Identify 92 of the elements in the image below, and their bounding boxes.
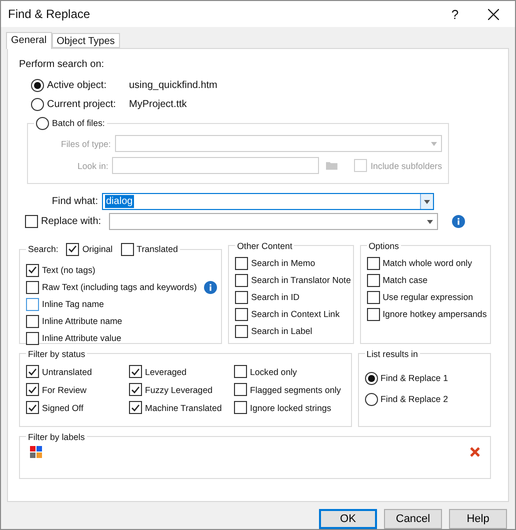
checkbox-label: Search in Label (251, 326, 312, 336)
group-label: Filter by status (28, 348, 86, 359)
section-label: Perform search on: (19, 59, 104, 70)
info-icon[interactable] (204, 280, 217, 294)
option-value: MyProject.ttk (129, 98, 187, 110)
tab[interactable]: General (6, 32, 52, 49)
checkbox-label: Machine Translated (145, 402, 222, 413)
checkbox[interactable] (26, 332, 39, 345)
group-label: Search: (28, 244, 58, 254)
radio-button[interactable] (364, 392, 378, 406)
checkbox-label: Signed Off (42, 402, 84, 413)
radio-button[interactable] (364, 372, 378, 385)
checkbox[interactable] (26, 264, 39, 277)
checkbox-label: Match whole word only (382, 258, 472, 268)
checkbox-label: Translated (136, 244, 178, 254)
group-label: Other Content (237, 240, 292, 251)
checkbox[interactable] (25, 215, 38, 228)
radio-button[interactable] (31, 78, 44, 92)
checkbox-label: Match case (382, 275, 428, 286)
checkbox-label: Untranslated (42, 366, 92, 377)
checkbox[interactable] (366, 290, 380, 304)
dialog-button[interactable]: Help (449, 509, 507, 529)
radio-label: Current project: (47, 98, 117, 110)
radio-label: Find & Replace 1 (380, 373, 448, 384)
option-value: using_quickfind.htm (129, 80, 218, 91)
labels-icon[interactable] (30, 446, 42, 458)
checkbox[interactable] (26, 383, 39, 396)
checkbox[interactable] (129, 365, 142, 378)
checkbox[interactable] (66, 242, 80, 256)
checkbox-label: Fuzzy Leveraged (145, 384, 212, 395)
checkbox[interactable] (234, 401, 247, 414)
find-what-field[interactable]: dialog (102, 193, 434, 210)
radio-label: Batch of files: (52, 118, 105, 128)
checkbox[interactable] (26, 401, 39, 414)
clear-icon[interactable] (470, 446, 480, 457)
checkbox-label: Original (82, 244, 113, 254)
checkbox[interactable] (366, 256, 380, 270)
checkbox[interactable] (26, 298, 39, 311)
checkbox-label: Flagged segments only (250, 384, 341, 395)
checkbox[interactable] (235, 308, 248, 321)
caret-icon[interactable] (424, 200, 430, 204)
checkbox-label: For Review (42, 384, 86, 395)
field-label: Find what: (50, 196, 98, 208)
checkbox-label: Replace with: (41, 216, 102, 228)
look-in-field[interactable] (112, 157, 320, 174)
checkbox-label: Inline Attribute value (42, 333, 122, 344)
checkbox-label: Use regular expression (382, 292, 474, 302)
checkbox[interactable] (26, 365, 39, 378)
checkbox-label: Inline Tag name (42, 299, 104, 310)
checkbox[interactable] (26, 280, 39, 294)
field-value: dialog (105, 195, 134, 208)
checkbox-label: Ignore locked strings (250, 402, 332, 413)
checkbox[interactable] (366, 274, 380, 287)
checkbox-label: Search in Translator Note (251, 275, 351, 286)
window-title: Find & Replace (8, 7, 92, 22)
group-label: Options (368, 240, 399, 251)
field-label: Files of type: (60, 138, 111, 149)
checkbox-label: Search in Context Link (251, 309, 340, 320)
close-icon[interactable] (488, 8, 499, 20)
checkbox[interactable] (26, 314, 39, 328)
checkbox[interactable] (129, 383, 142, 396)
checkbox-label: Locked only (250, 366, 297, 377)
checkbox-label: Search in ID (251, 292, 300, 302)
info-icon[interactable] (452, 215, 465, 228)
checkbox[interactable] (235, 256, 248, 270)
help-button[interactable]: ? (432, 6, 478, 22)
checkbox[interactable] (120, 242, 134, 256)
checkbox-label: Text (no tags) (42, 265, 96, 276)
checkbox[interactable] (366, 308, 380, 321)
checkbox-label: Leveraged (145, 366, 187, 377)
checkbox-label: Inline Attribute name (42, 316, 122, 326)
checkbox-label: Include subfolders (370, 160, 442, 171)
group-label: List results in (366, 348, 418, 359)
dialog-button[interactable]: OK (319, 509, 377, 529)
checkbox[interactable] (235, 274, 248, 287)
radio-button[interactable] (31, 98, 44, 111)
checkbox[interactable] (234, 365, 247, 378)
radio-button[interactable] (36, 116, 49, 130)
field-label: Look in: (76, 160, 108, 171)
checkbox[interactable] (234, 383, 247, 396)
checkbox-label: Search in Memo (251, 258, 316, 268)
checkbox-label: Raw Text (including tags and keywords) (42, 282, 197, 292)
caret-icon[interactable] (427, 220, 433, 224)
checkbox-label: Ignore hotkey ampersands (382, 309, 487, 320)
checkbox[interactable] (235, 324, 248, 338)
dialog-button[interactable]: Cancel (384, 509, 442, 529)
radio-label: Find & Replace 2 (380, 394, 448, 404)
radio-label: Active object: (47, 80, 108, 91)
group-label: Filter by labels (28, 432, 85, 442)
tab[interactable]: Object Types (52, 32, 120, 48)
checkbox[interactable] (235, 290, 248, 304)
checkbox[interactable] (129, 401, 142, 414)
